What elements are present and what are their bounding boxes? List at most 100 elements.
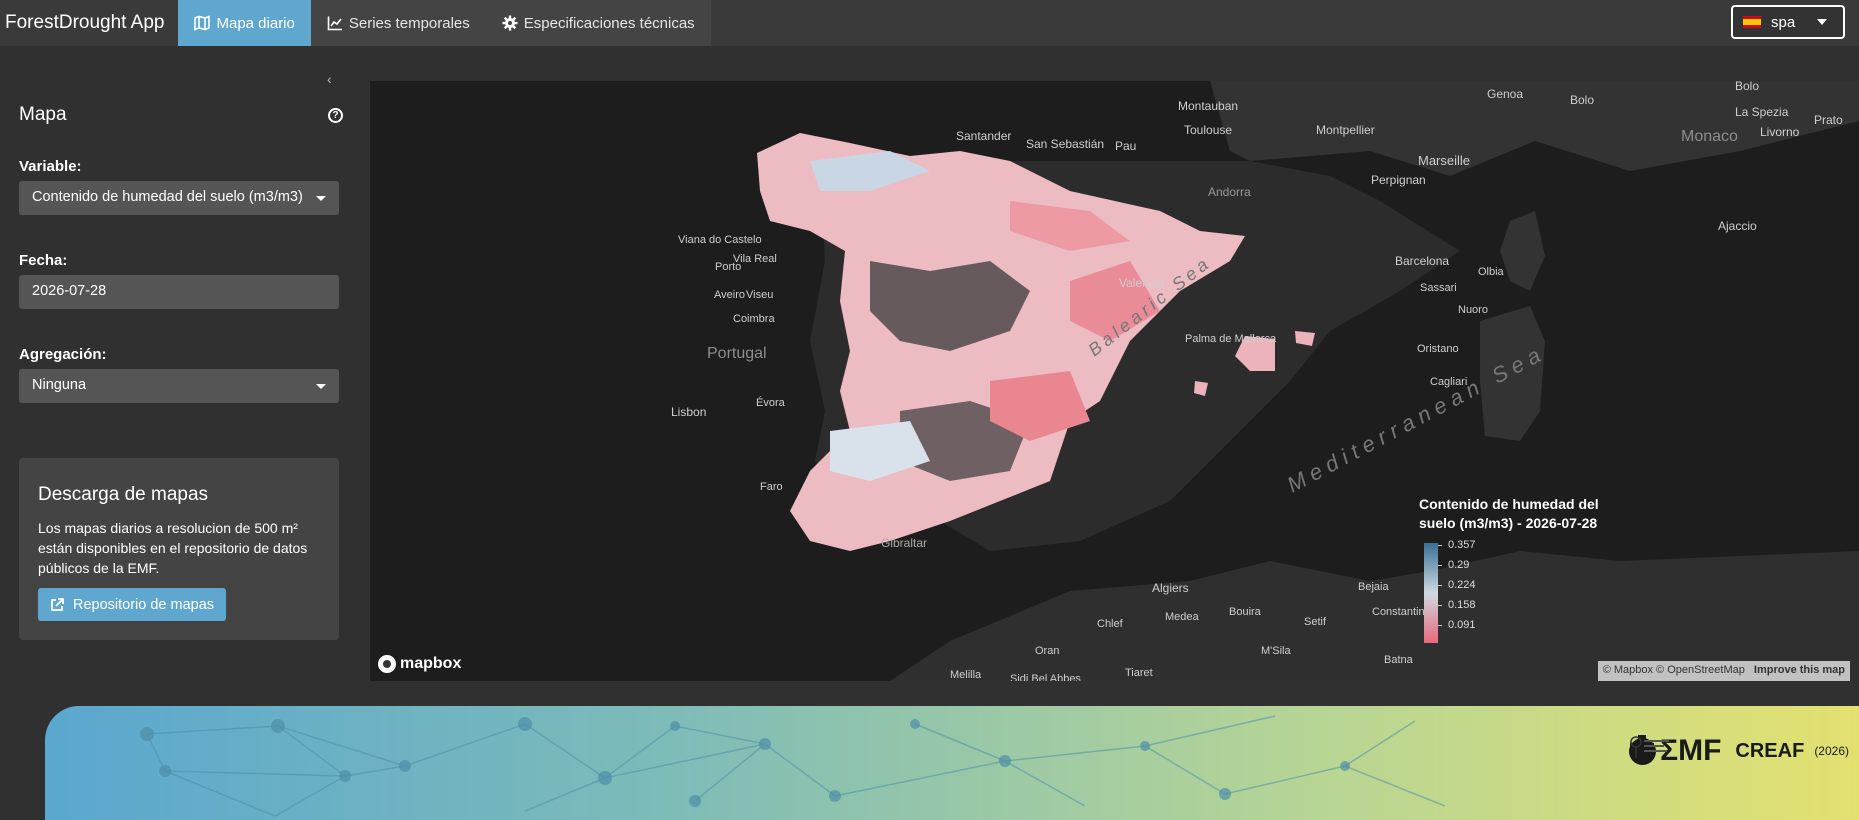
place-label: San Sebastián	[1026, 137, 1105, 151]
place-label: Bolo	[1735, 81, 1760, 93]
place-label: Andorra	[1208, 185, 1251, 199]
map-attribution: © Mapbox © OpenStreetMap Improve this ma…	[1597, 661, 1850, 681]
aggregation-select[interactable]: Ninguna	[19, 369, 339, 403]
footer-year: (2026)	[1814, 744, 1849, 758]
place-label: Faro	[760, 481, 783, 493]
spain-flag-icon	[1743, 16, 1761, 28]
place-label: Melilla	[950, 669, 982, 681]
help-icon[interactable]: ?	[328, 108, 343, 123]
legend-colorbar	[1424, 543, 1438, 643]
place-label: Marseille	[1418, 153, 1471, 168]
place-label: Montpellier	[1316, 123, 1375, 137]
place-label: Pau	[1115, 139, 1137, 153]
download-text: Los mapas diarios a resolucion de 500 m²…	[38, 520, 308, 576]
mapbox-wordmark: mapbox	[400, 655, 462, 672]
place-label: Chlef	[1097, 618, 1123, 630]
chevron-down-icon	[1817, 19, 1828, 25]
legend-tick: 0.357	[1438, 539, 1476, 551]
tab-label: Especificaciones técnicas	[523, 14, 695, 32]
place-label: Santander	[956, 129, 1012, 143]
place-label: Medea	[1165, 611, 1199, 623]
place-label: M'Sila	[1261, 645, 1291, 657]
legend-tick: 0.158	[1438, 599, 1476, 611]
place-label: Viseu	[746, 289, 774, 301]
place-label: Tiaret	[1125, 667, 1153, 679]
place-label: Nuoro	[1458, 304, 1488, 316]
place-label: Coimbra	[733, 313, 775, 325]
sidebar: ‹ Mapa ? Variable: Contenido de humedad …	[0, 46, 356, 706]
improve-map-link[interactable]: Improve this map	[1754, 664, 1845, 676]
place-label: Portugal	[707, 345, 767, 362]
legend-tick: 0.224	[1438, 579, 1476, 591]
place-label: Oristano	[1417, 343, 1459, 355]
reserva-logo-icon	[1630, 736, 1670, 758]
tab-series-temporales[interactable]: Series temporales	[310, 0, 486, 46]
place-label: Gibraltar	[881, 536, 928, 550]
place-label: Porto	[715, 261, 742, 273]
chevron-down-icon	[316, 196, 326, 201]
place-label: Algiers	[1152, 581, 1189, 595]
tab-especificaciones[interactable]: Especificaciones técnicas	[485, 0, 711, 46]
aggregation-value: Ninguna	[32, 377, 87, 393]
place-label: Setif	[1304, 616, 1327, 628]
navbar: ForestDrought App Mapa diario Series tem…	[0, 0, 1859, 46]
map-icon	[194, 15, 211, 31]
legend-tick: 0.29	[1438, 559, 1469, 571]
tab-mapa-diario[interactable]: Mapa diario	[178, 0, 311, 46]
place-label: Palma de Mallorca	[1185, 333, 1277, 345]
download-card: Descarga de mapas Los mapas diarios a re…	[19, 458, 339, 640]
place-label: Genoa	[1487, 87, 1524, 101]
place-label: Ajaccio	[1718, 219, 1757, 233]
footer-logos: ΣMF CREAF (2026)	[1629, 734, 1849, 768]
language-select[interactable]: spa	[1731, 5, 1845, 39]
aggregation-label: Agregación:	[19, 346, 107, 363]
gear-icon	[502, 15, 518, 31]
variable-select[interactable]: Contenido de humedad del suelo (m3/m3)	[19, 181, 339, 215]
place-label: Bejaia	[1358, 581, 1389, 593]
map-basemap	[757, 81, 1859, 681]
network-pattern	[140, 715, 1446, 817]
place-label: Sassari	[1420, 282, 1457, 294]
date-value: 2026-07-28	[32, 283, 107, 299]
place-label: Livorno	[1760, 125, 1800, 139]
external-link-icon	[51, 597, 64, 611]
map-repository-button[interactable]: Repositorio de mapas	[38, 588, 227, 621]
legend-tick: 0.091	[1438, 619, 1476, 631]
tab-label: Series temporales	[348, 14, 470, 32]
button-label: Repositorio de mapas	[73, 596, 215, 613]
variable-label: Variable:	[19, 158, 82, 175]
footer: ΣMF CREAF (2026)	[45, 706, 1859, 820]
attribution-text[interactable]: © Mapbox © OpenStreetMap	[1603, 664, 1745, 676]
language-value: spa	[1771, 13, 1796, 31]
app-brand[interactable]: ForestDrought App	[0, 0, 178, 46]
legend-title: Contenido de humedad del suelo (m3/m3) -…	[1419, 496, 1599, 531]
place-label: Lisbon	[671, 405, 707, 419]
chevron-down-icon	[316, 384, 326, 389]
place-label: Sidi Bel Abbes	[1010, 673, 1081, 681]
place-label: Viana do Castelo	[678, 234, 762, 246]
mapbox-icon	[378, 655, 396, 673]
date-input[interactable]: 2026-07-28	[19, 275, 339, 309]
tab-label: Mapa diario	[216, 14, 295, 32]
chart-line-icon	[327, 16, 342, 31]
date-label: Fecha:	[19, 252, 68, 269]
place-label: Montauban	[1178, 99, 1239, 113]
place-label: Barcelona	[1395, 254, 1450, 268]
mapbox-logo[interactable]: mapbox	[378, 655, 461, 673]
place-label: Olbia	[1478, 266, 1504, 278]
creaf-logo: CREAF	[1735, 739, 1805, 762]
map-view[interactable]: Santander San Sebastián Pau Montauban To…	[370, 81, 1859, 681]
place-label: Bouira	[1229, 606, 1261, 618]
download-title: Descarga de mapas	[38, 484, 209, 505]
place-label: Bolo	[1570, 93, 1595, 107]
place-label: Cagliari	[1430, 376, 1468, 388]
place-label: Toulouse	[1184, 123, 1233, 137]
place-label: Prato	[1814, 113, 1843, 127]
place-label: Constantine	[1372, 606, 1431, 618]
sidebar-title: Mapa	[19, 104, 67, 125]
variable-value: Contenido de humedad del suelo (m3/m3)	[32, 189, 303, 205]
collapse-sidebar-icon[interactable]: ‹	[327, 71, 332, 87]
place-label: Aveiro	[714, 289, 745, 301]
place-label: Monaco	[1681, 128, 1738, 145]
place-label: Perpignan	[1371, 173, 1426, 187]
